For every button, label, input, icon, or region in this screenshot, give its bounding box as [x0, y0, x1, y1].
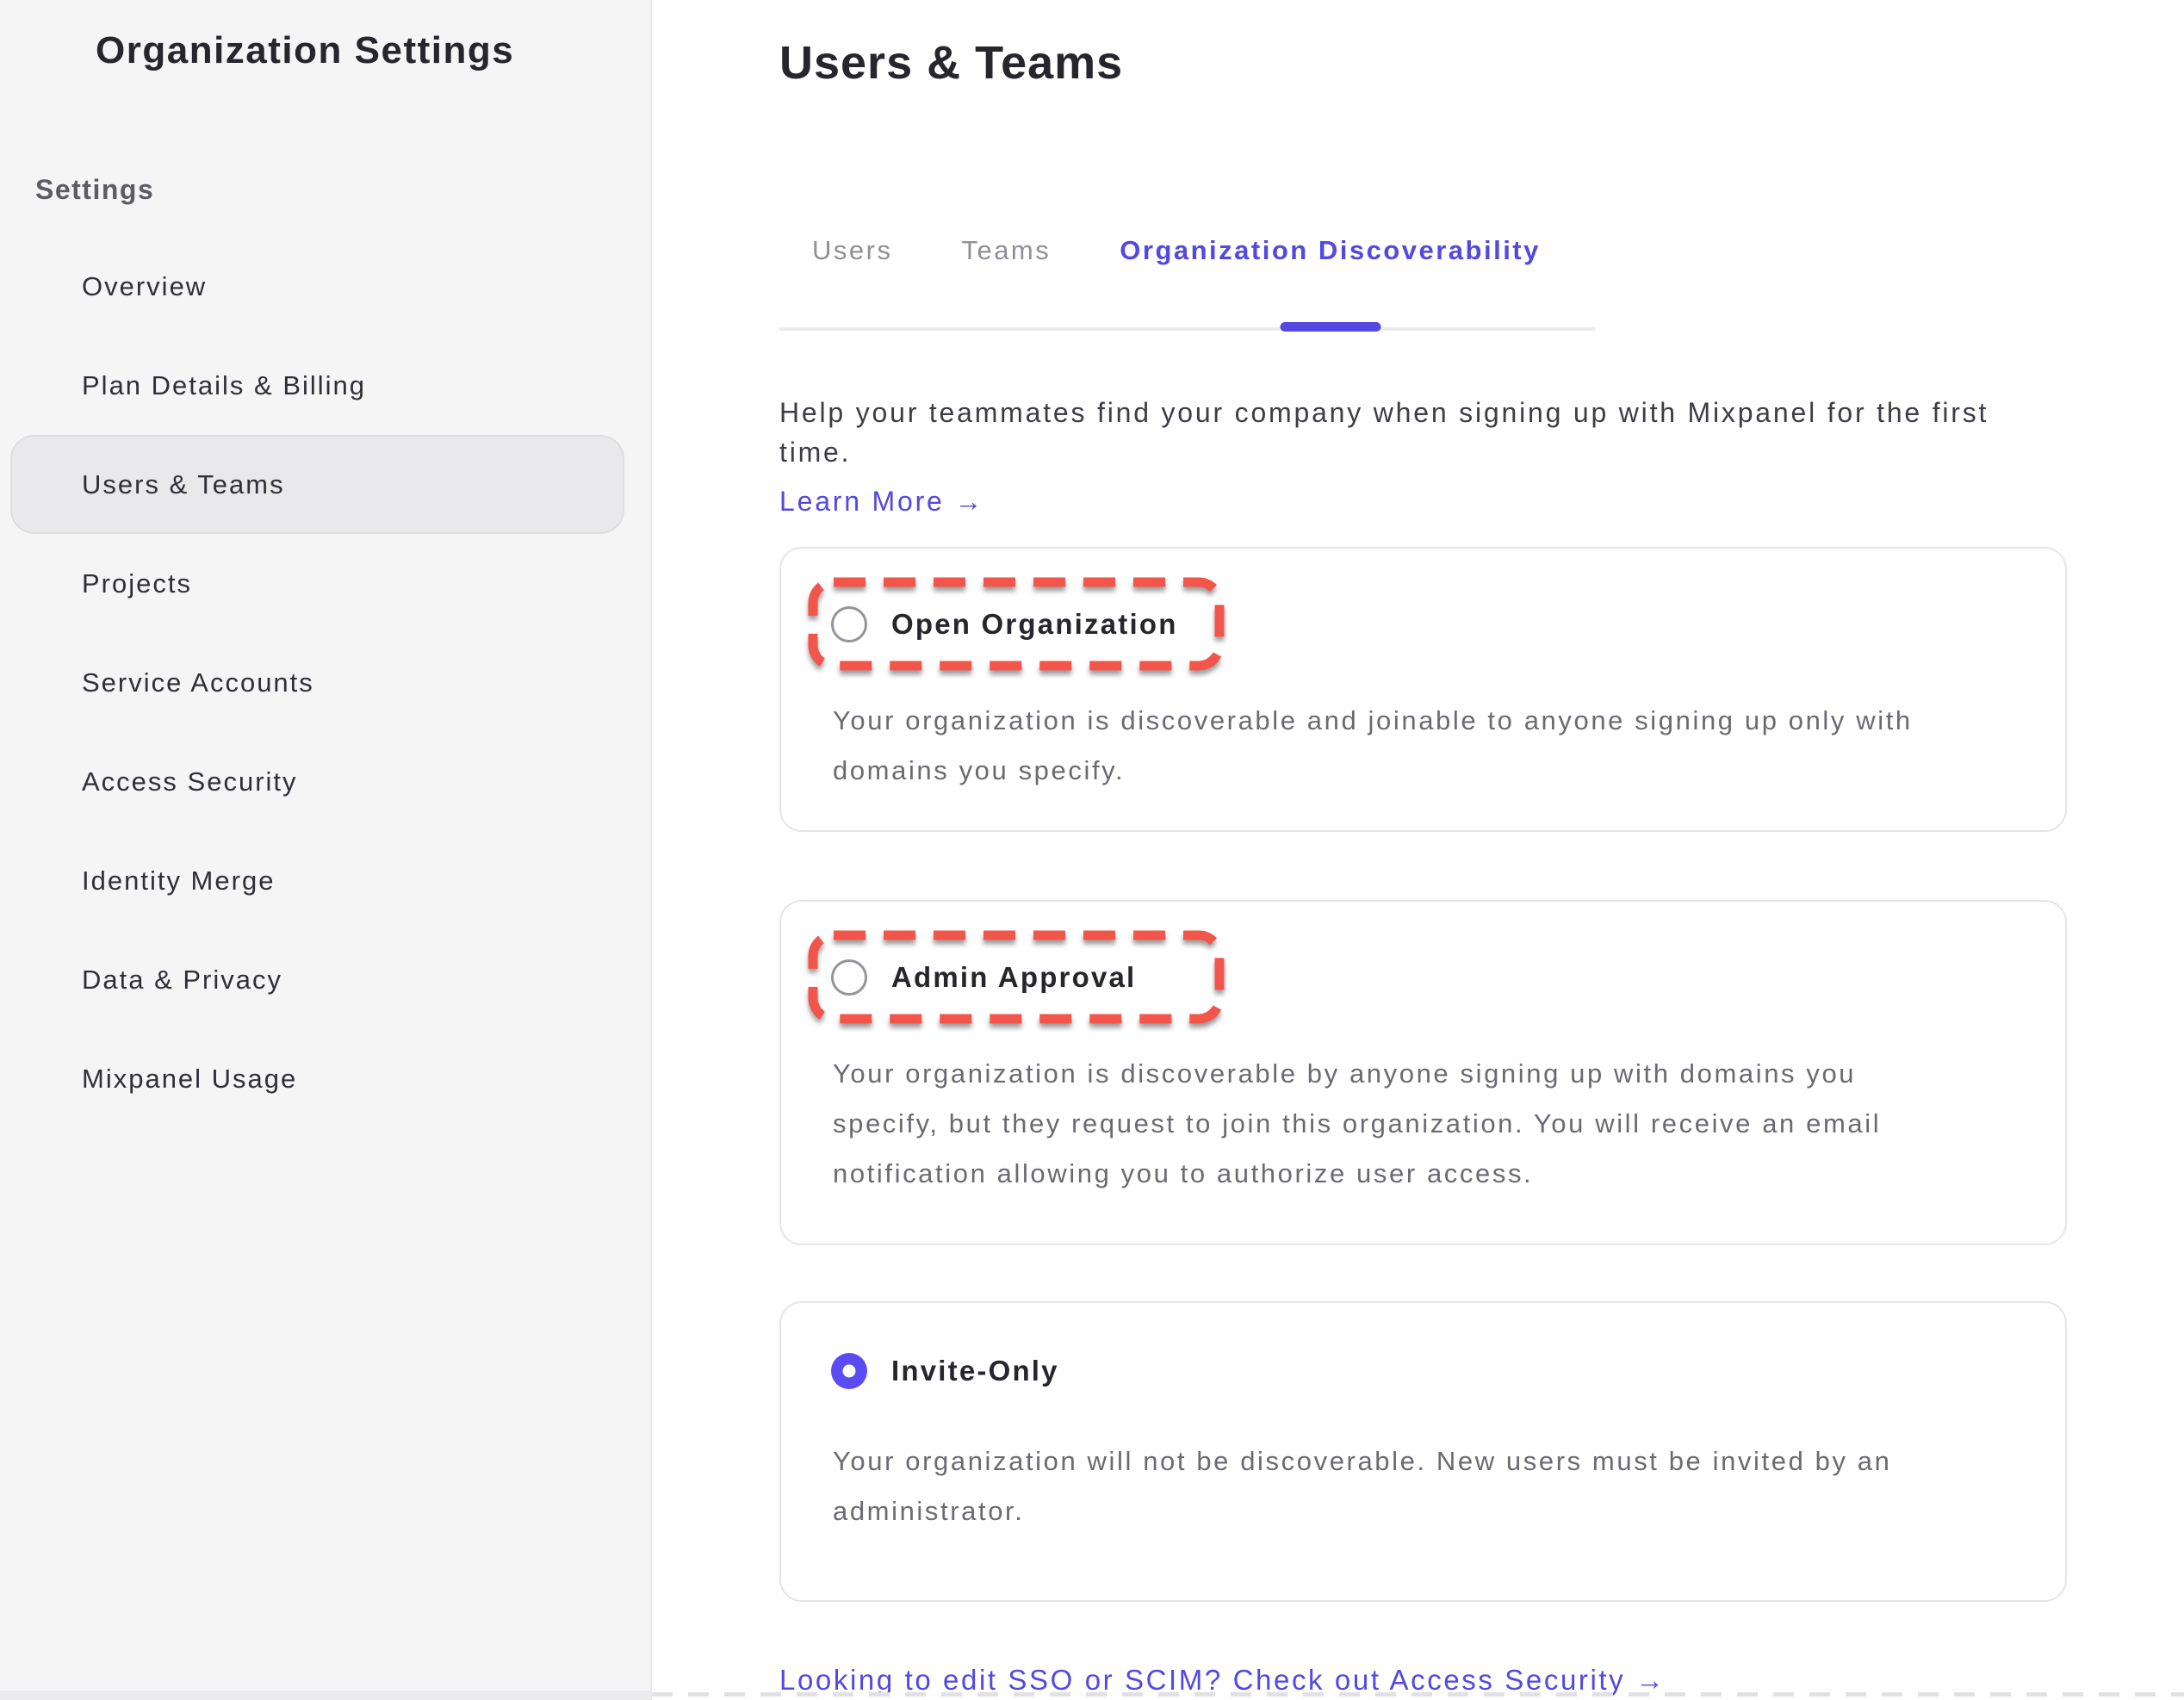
sidebar-nav: Overview Plan Details & Billing Users & …: [0, 237, 650, 1128]
option-card-open-organization: Open Organization Your organization is d…: [779, 547, 2067, 832]
option-description: Your organization is discoverable by any…: [833, 1049, 2017, 1199]
sidebar-item-overview[interactable]: Overview: [0, 237, 650, 336]
radio-invite-only-selected[interactable]: [831, 1353, 867, 1389]
sidebar-bottom-strip: [0, 1691, 650, 1700]
arrow-right-icon: →: [954, 486, 984, 517]
settings-sidebar: Organization Settings Settings Overview …: [0, 0, 652, 1700]
option-description: Your organization will not be discoverab…: [833, 1436, 2017, 1536]
option-description: Your organization is discoverable and jo…: [833, 696, 2017, 796]
sidebar-title: Organization Settings: [96, 29, 650, 72]
intro-text: Help your teammates find your company wh…: [779, 393, 2069, 472]
sidebar-item-users-teams[interactable]: Users & Teams: [10, 435, 624, 534]
sidebar-item-projects[interactable]: Projects: [0, 534, 650, 633]
organization-settings-page: Organization Settings Settings Overview …: [0, 0, 2184, 1700]
users-teams-content: Users & Teams Users Teams Organization D…: [652, 0, 2184, 1700]
option-label[interactable]: Admin Approval: [891, 961, 1136, 994]
sidebar-item-access-security[interactable]: Access Security: [0, 732, 650, 831]
radio-option-open-organization[interactable]: Open Organization: [809, 578, 1224, 670]
sidebar-item-mixpanel-usage[interactable]: Mixpanel Usage: [0, 1029, 650, 1128]
option-label[interactable]: Open Organization: [891, 608, 1178, 641]
sidebar-item-identity-merge[interactable]: Identity Merge: [0, 831, 650, 930]
radio-admin-approval[interactable]: [831, 959, 867, 996]
option-label[interactable]: Invite-Only: [891, 1355, 1059, 1387]
arrow-right-icon: →: [1635, 1664, 1666, 1696]
tab-organization-discoverability[interactable]: Organization Discoverability: [1120, 234, 1541, 267]
sidebar-item-service-accounts[interactable]: Service Accounts: [0, 633, 650, 732]
radio-option-invite-only[interactable]: Invite-Only: [809, 1353, 1059, 1389]
tab-teams[interactable]: Teams: [961, 234, 1051, 267]
radio-open-organization[interactable]: [831, 606, 867, 642]
sidebar-item-data-privacy[interactable]: Data & Privacy: [0, 930, 650, 1029]
radio-option-admin-approval[interactable]: Admin Approval: [809, 931, 1224, 1023]
option-card-admin-approval: Admin Approval Your organization is disc…: [779, 900, 2067, 1245]
learn-more-link[interactable]: Learn More →: [779, 486, 984, 518]
tab-bar: Users Teams Organization Discoverability: [779, 234, 1595, 331]
tab-users[interactable]: Users: [812, 234, 892, 267]
option-card-invite-only: Invite-Only Your organization will not b…: [779, 1301, 2067, 1602]
sidebar-section-label: Settings: [35, 174, 650, 206]
clipped-bottom-divider: [652, 1692, 2184, 1697]
sidebar-item-plan-details-billing[interactable]: Plan Details & Billing: [0, 336, 650, 435]
tab-label: Organization Discoverability: [1120, 235, 1541, 265]
page-title: Users & Teams: [779, 36, 2069, 90]
active-tab-indicator: [1280, 322, 1381, 332]
